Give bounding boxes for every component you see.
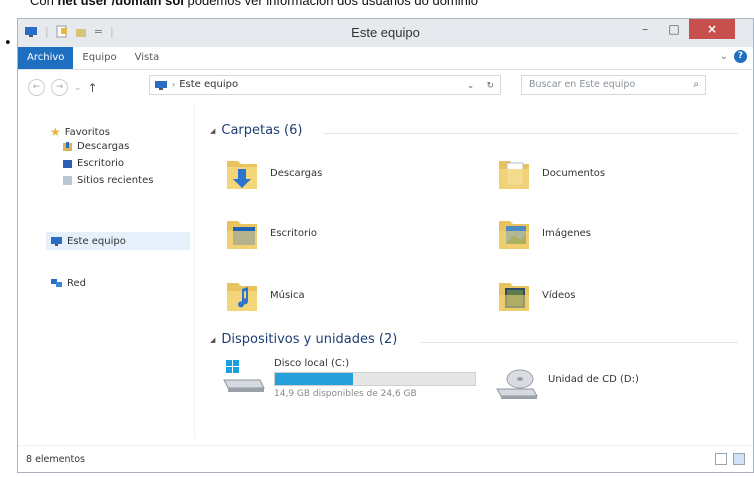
close-button[interactable]: ×	[689, 19, 735, 39]
navigation-bar: ← → ⌄ ↑ › Este equipo ⌄ ↻ Buscar en Este…	[18, 70, 753, 104]
folder-item-documentos[interactable]: Documentos	[496, 153, 605, 193]
item-count: 8 elementos	[26, 454, 85, 465]
ribbon-tabs: Archivo Equipo Vista ⌄ ?	[18, 47, 753, 70]
folder-item-descargas[interactable]: Descargas	[224, 153, 322, 193]
folder-item-escritorio[interactable]: Escritorio	[224, 213, 317, 253]
back-button[interactable]: ←	[28, 79, 45, 96]
group-header-carpetas[interactable]: ◢ Carpetas (6)	[210, 123, 302, 138]
videos-folder-icon	[499, 283, 529, 311]
drive-item-local-disk[interactable]: Disco local (C:) 14,9 GB disponibles de …	[222, 358, 476, 399]
downloads-folder-icon	[227, 161, 257, 189]
star-icon: ★	[50, 125, 61, 139]
folder-item-musica[interactable]: Música	[224, 275, 305, 315]
address-bar[interactable]: › Este equipo ⌄ ↻	[149, 75, 501, 95]
collapse-arrow-icon[interactable]: ◢	[210, 127, 215, 135]
content-pane: ◢ Carpetas (6) Descargas Documentos Escr…	[198, 103, 753, 439]
minimize-button[interactable]: –	[631, 19, 659, 39]
forward-button[interactable]: →	[51, 79, 68, 96]
bullet: •	[4, 36, 12, 51]
network-icon	[51, 279, 62, 287]
search-box[interactable]: Buscar en Este equipo ⌕	[521, 75, 706, 95]
folder-item-imagenes[interactable]: Imágenes	[496, 213, 591, 253]
details-view-button[interactable]	[715, 453, 727, 465]
group-header-dispositivos[interactable]: ◢ Dispositivos y unidades (2)	[210, 332, 397, 347]
folder-item-videos[interactable]: Vídeos	[496, 275, 575, 315]
tab-vista[interactable]: Vista	[126, 47, 169, 69]
address-dropdown-icon[interactable]: ⌄	[467, 76, 475, 96]
refresh-icon[interactable]: ↻	[486, 76, 494, 96]
cd-drive-icon	[496, 369, 538, 399]
pictures-folder-icon	[499, 221, 529, 249]
status-bar: 8 elementos	[18, 445, 753, 472]
search-icon[interactable]: ⌕	[693, 76, 699, 94]
disk-usage-bar	[274, 372, 476, 386]
command-text: net user /domain sol	[57, 0, 184, 8]
disk-usage-fill	[275, 373, 353, 385]
recent-places-icon	[63, 176, 72, 185]
computer-icon	[51, 236, 62, 246]
documents-folder-icon	[499, 161, 529, 189]
path-separator-icon: ›	[172, 80, 176, 89]
search-placeholder: Buscar en Este equipo	[529, 79, 636, 90]
music-folder-icon	[227, 283, 257, 311]
sidebar-item-sitios-recientes[interactable]: Sitios recientes	[62, 175, 153, 186]
group-divider	[323, 133, 738, 134]
help-icon[interactable]: ?	[734, 50, 747, 63]
recent-locations-icon[interactable]: ⌄	[74, 83, 82, 93]
disk-free-space: 14,9 GB disponibles de 24,6 GB	[274, 389, 417, 399]
up-button[interactable]: ↑	[88, 81, 98, 95]
tab-archivo[interactable]: Archivo	[18, 47, 74, 69]
drive-item-cd[interactable]: Unidad de CD (D:)	[494, 365, 639, 401]
collapse-arrow-icon[interactable]: ◢	[210, 336, 215, 344]
sidebar-item-descargas[interactable]: Descargas	[62, 141, 129, 152]
explorer-window: | = | Este equipo – □ × Archivo Equipo V…	[17, 18, 754, 473]
maximize-button[interactable]: □	[660, 19, 688, 39]
desktop-folder-icon	[227, 221, 257, 249]
local-disk-icon	[223, 360, 265, 392]
drive-name: Unidad de CD (D:)	[548, 374, 639, 385]
expand-ribbon-icon[interactable]: ⌄	[720, 51, 728, 62]
sidebar-item-escritorio[interactable]: Escritorio	[62, 158, 124, 169]
pane-divider[interactable]	[194, 103, 195, 439]
desktop-icon	[63, 159, 72, 168]
computer-icon	[155, 80, 167, 90]
large-icons-view-button[interactable]	[733, 453, 745, 465]
address-path: Este equipo	[179, 79, 239, 90]
title-bar: | = | Este equipo – □ ×	[18, 19, 753, 47]
group-divider	[420, 342, 738, 343]
drive-name: Disco local (C:)	[274, 358, 350, 369]
document-text: Con net user /domain sol podemos ver inf…	[30, 0, 478, 8]
downloads-folder-icon	[63, 142, 72, 151]
tab-equipo[interactable]: Equipo	[73, 47, 125, 69]
sidebar-item-favorites[interactable]: ★ Favoritos	[50, 125, 110, 139]
sidebar-item-este-equipo[interactable]: Este equipo	[46, 232, 190, 250]
navigation-pane: ★ Favoritos Descargas Escritorio Sitios …	[18, 103, 193, 438]
sidebar-item-red[interactable]: Red	[50, 278, 86, 289]
